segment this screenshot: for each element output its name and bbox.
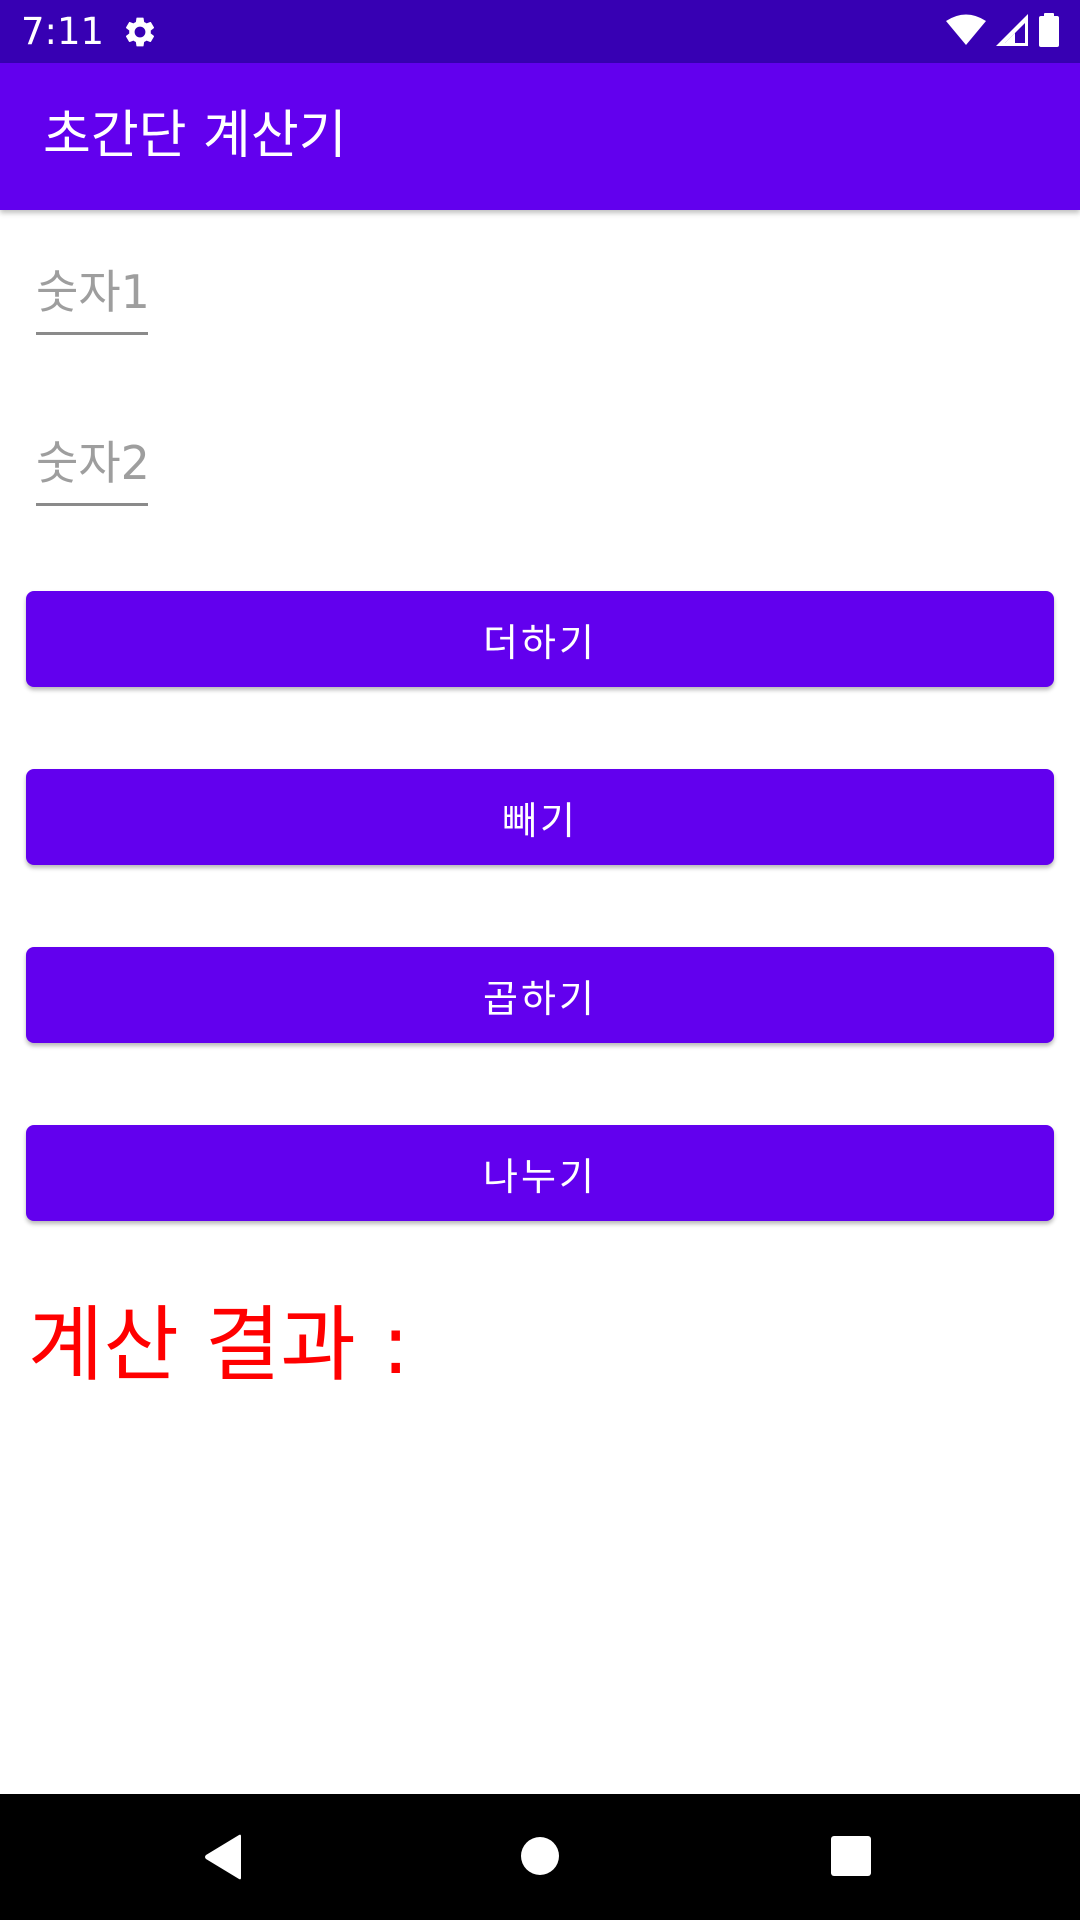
result-label: 계산 결과 : <box>28 1298 410 1393</box>
multiply-button[interactable]: 곱하기 <box>26 947 1054 1043</box>
wifi-icon <box>946 14 986 50</box>
home-icon[interactable] <box>518 1834 562 1882</box>
signal-icon <box>996 14 1028 50</box>
number2-input[interactable] <box>36 423 148 506</box>
calculator-screen: 7:11 초간단 계산기 숫자1 숫자2 더하기 빼기 곱하기 나누기 계산 결… <box>0 0 1080 1920</box>
app-bar: 초간단 계산기 <box>0 63 1080 210</box>
add-button[interactable]: 더하기 <box>26 591 1054 687</box>
recents-icon[interactable] <box>830 1835 872 1881</box>
back-icon[interactable] <box>203 1834 243 1884</box>
status-time: 7:11 <box>21 10 105 53</box>
status-icons <box>946 12 1060 52</box>
settings-icon <box>122 14 158 50</box>
app-title: 초간단 계산기 <box>43 106 347 166</box>
navigation-bar <box>0 1794 1080 1920</box>
status-bar: 7:11 <box>0 0 1080 63</box>
battery-icon <box>1038 13 1060 51</box>
divide-button[interactable]: 나누기 <box>26 1125 1054 1221</box>
subtract-button[interactable]: 빼기 <box>26 769 1054 865</box>
number1-input[interactable] <box>36 252 148 335</box>
